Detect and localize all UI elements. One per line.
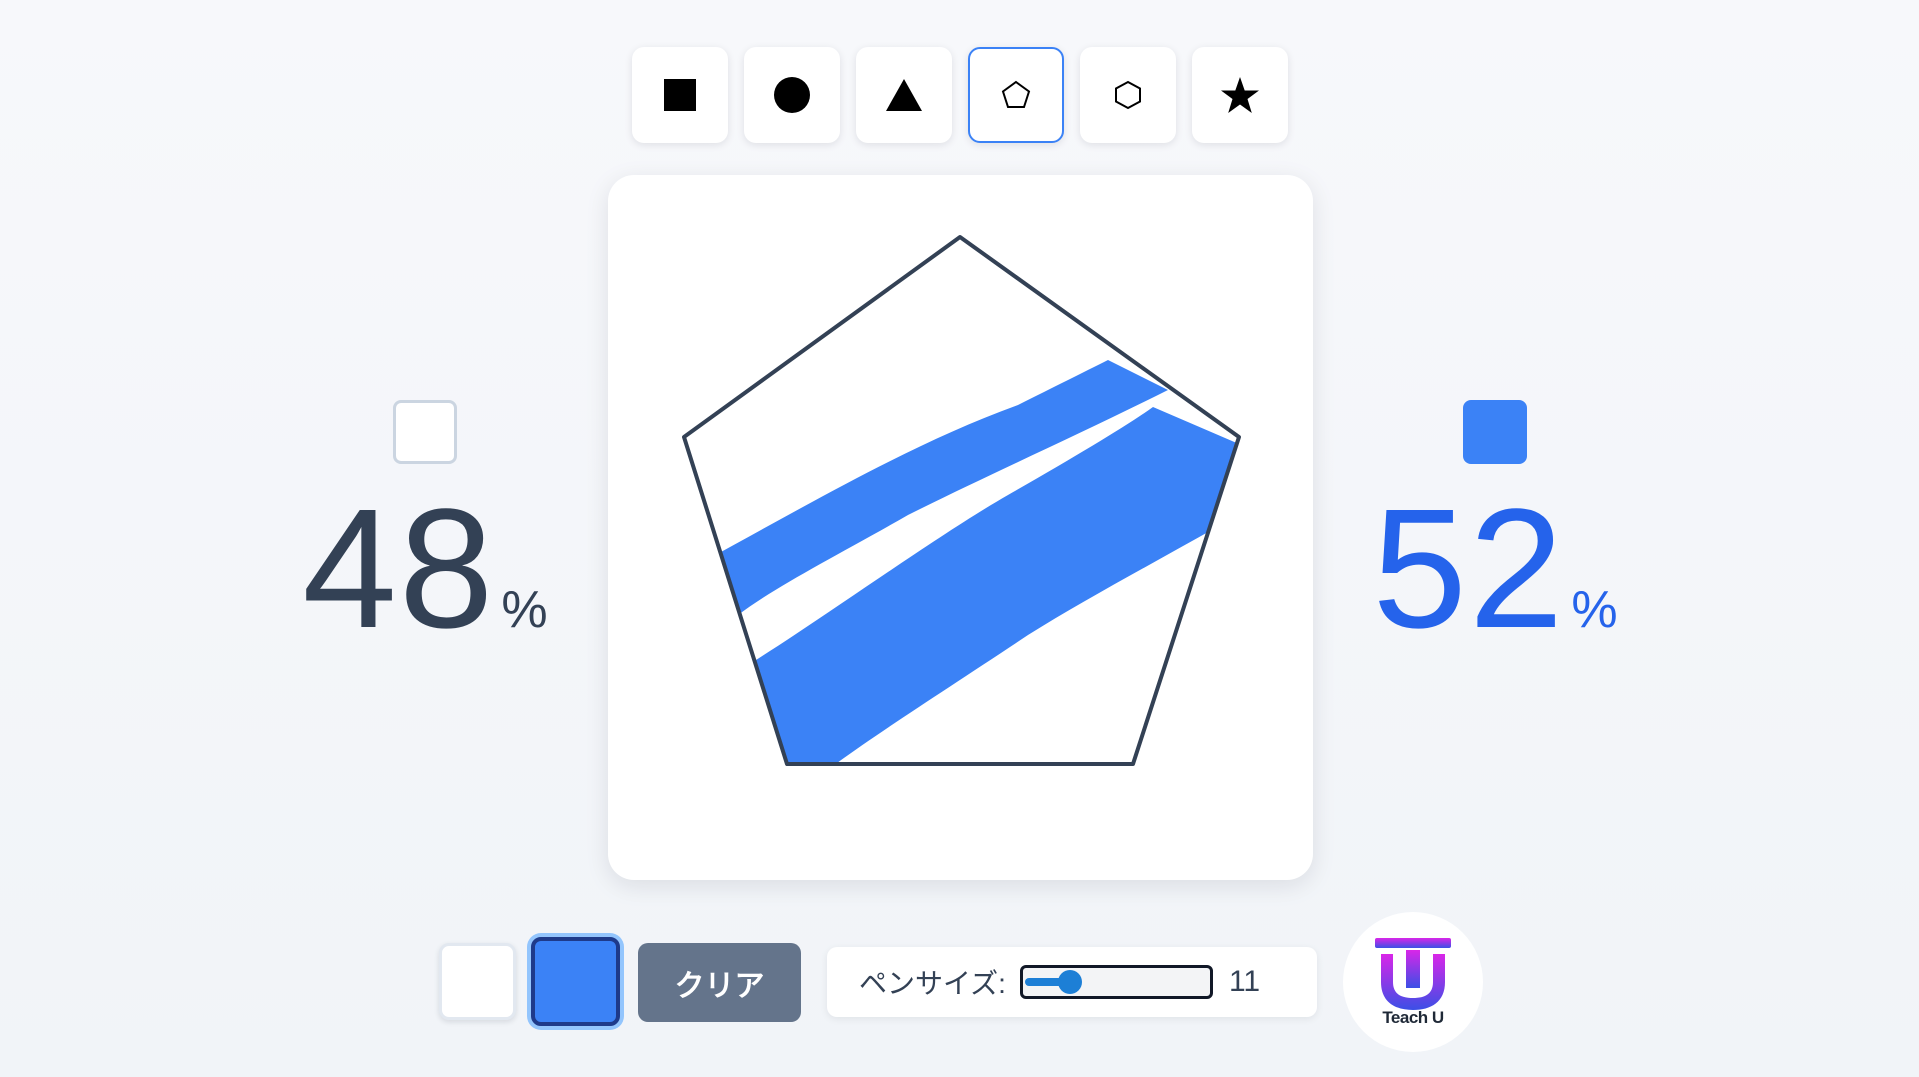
logo-mark <box>1375 938 1451 1010</box>
teachu-logo: Teach U <box>1343 912 1483 1052</box>
canvas-drawing <box>682 235 1241 766</box>
app: 48 % 52 % クリア ペンサイズ: 11 Teach U <box>0 0 1919 1077</box>
shape-triangle-button[interactable] <box>856 47 952 143</box>
square-icon <box>664 79 696 111</box>
circle-icon <box>774 77 810 113</box>
drawing-canvas[interactable] <box>608 175 1313 880</box>
blue-percent-unit: % <box>1571 581 1618 639</box>
shape-circle-button[interactable] <box>744 47 840 143</box>
white-percent-unit: % <box>501 581 548 639</box>
color-blue-button[interactable] <box>531 937 620 1026</box>
logo-text: Teach U <box>1382 1008 1444 1027</box>
hexagon-icon <box>1115 80 1141 110</box>
color-white-button[interactable] <box>439 943 516 1020</box>
shape-toolbar <box>632 47 1288 143</box>
triangle-icon <box>886 79 922 111</box>
pen-size-label: ペンサイズ: <box>859 968 1006 999</box>
blue-stat-panel: 52 % <box>1345 400 1645 654</box>
pen-size-slider[interactable] <box>1019 965 1213 999</box>
slider-thumb[interactable] <box>1057 970 1082 994</box>
clear-button[interactable]: クリア <box>638 943 801 1022</box>
shape-pentagon-button[interactable] <box>968 47 1064 143</box>
white-stat-panel: 48 % <box>275 400 575 654</box>
pen-size-value: 11 <box>1228 965 1261 998</box>
shape-hexagon-button[interactable] <box>1080 47 1176 143</box>
blue-percent-value: 52 <box>1372 474 1566 664</box>
shape-star-button[interactable] <box>1192 47 1288 143</box>
shape-square-button[interactable] <box>632 47 728 143</box>
star-icon <box>1221 77 1259 113</box>
white-swatch <box>393 400 457 464</box>
blue-swatch <box>1463 400 1527 464</box>
pentagon-icon <box>1001 80 1031 108</box>
white-percentage: 48 % <box>302 484 547 654</box>
blue-percentage: 52 % <box>1372 484 1617 654</box>
pen-size-panel: ペンサイズ: 11 <box>827 947 1317 1017</box>
white-percent-value: 48 <box>302 474 496 664</box>
